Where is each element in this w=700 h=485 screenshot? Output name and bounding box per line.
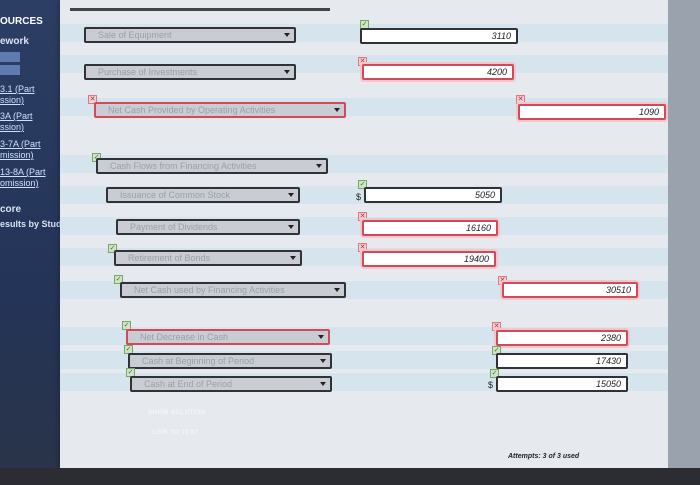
- cash-end-select[interactable]: Cash at End of Period: [130, 376, 332, 392]
- retirement-of-bonds-input[interactable]: 19400: [362, 251, 496, 267]
- sidebar-item-results[interactable]: esults by Study: [0, 219, 60, 229]
- sidebar-block: [0, 52, 20, 62]
- sidebar-item-part1-sub[interactable]: ssion): [0, 95, 24, 105]
- chevron-down-icon: [334, 288, 340, 292]
- chevron-down-icon: [284, 33, 290, 37]
- select-label: Cash at Beginning of Period: [142, 356, 255, 366]
- cash-end-input[interactable]: 15050: [496, 376, 628, 392]
- purchase-of-investments-input[interactable]: 4200: [362, 64, 514, 80]
- net-decrease-in-cash-input[interactable]: 2380: [496, 330, 628, 346]
- cash-beginning-select[interactable]: Cash at Beginning of Period: [128, 353, 332, 369]
- issuance-of-common-stock-select[interactable]: Issuance of Common Stock: [106, 187, 300, 203]
- sidebar-item-part1[interactable]: 3.1 (Part: [0, 84, 35, 94]
- retirement-of-bonds-select[interactable]: Retirement of Bonds: [114, 250, 302, 266]
- chevron-down-icon: [320, 359, 326, 363]
- chevron-down-icon: [318, 335, 324, 339]
- worksheet-panel: Sale of Equipment ✓ 3110 Purchase of Inv…: [60, 0, 668, 468]
- net-cash-financing-select[interactable]: Net Cash used by Financing Activities: [120, 282, 346, 298]
- sale-of-equipment-select[interactable]: Sale of Equipment: [84, 27, 296, 43]
- financing-activities-select[interactable]: Cash Flows from Financing Activities: [96, 158, 328, 174]
- select-label: Cash at End of Period: [144, 379, 233, 389]
- sidebar-item-homework[interactable]: ework: [0, 36, 29, 47]
- x-icon: ✕: [516, 95, 525, 104]
- show-solution-link[interactable]: SHOW SOLUTION: [148, 410, 206, 416]
- attempts-counter: Attempts: 3 of 3 used: [508, 453, 580, 460]
- dollar-sign: $: [356, 192, 362, 202]
- sidebar-item-part4-sub[interactable]: omission): [0, 178, 39, 188]
- select-label: Net Cash used by Financing Activities: [134, 285, 285, 295]
- chevron-down-icon: [288, 193, 294, 197]
- sale-of-equipment-input[interactable]: 3110: [360, 28, 518, 44]
- select-label: Retirement of Bonds: [128, 253, 211, 263]
- chevron-down-icon: [290, 256, 296, 260]
- sidebar-item-part2-sub[interactable]: ssion): [0, 122, 24, 132]
- top-divider: [70, 0, 330, 11]
- sidebar-title: OURCES: [0, 16, 43, 27]
- issuance-of-common-stock-input[interactable]: 5050: [364, 187, 502, 203]
- chevron-down-icon: [288, 225, 294, 229]
- select-label: Issuance of Common Stock: [120, 190, 231, 200]
- sidebar-item-part3[interactable]: 3-7A (Part: [0, 139, 41, 149]
- select-label: Sale of Equipment: [98, 30, 172, 40]
- net-cash-operating-input[interactable]: 1090: [518, 104, 666, 120]
- sidebar-item-part4[interactable]: 13-8A (Part: [0, 167, 46, 177]
- dollar-sign: $: [488, 380, 494, 390]
- chevron-down-icon: [334, 108, 340, 112]
- link-to-text[interactable]: LINK TO TEXT: [152, 430, 199, 436]
- sidebar-block: [0, 65, 20, 75]
- chevron-down-icon: [284, 70, 290, 74]
- select-label: Net Cash Provided by Operating Activitie…: [108, 105, 276, 115]
- sidebar-item-score[interactable]: core: [0, 204, 21, 215]
- select-label: Purchase of Investments: [98, 67, 198, 77]
- payment-of-dividends-input[interactable]: 16160: [362, 220, 498, 236]
- window-edge: [668, 0, 700, 468]
- sidebar-item-part2[interactable]: 3A (Part: [0, 111, 33, 121]
- cash-beginning-input[interactable]: 17430: [496, 353, 628, 369]
- sidebar: OURCES ework 3.1 (Part ssion) 3A (Part s…: [0, 0, 60, 485]
- chevron-down-icon: [320, 382, 326, 386]
- net-cash-operating-select[interactable]: Net Cash Provided by Operating Activitie…: [94, 102, 346, 118]
- sidebar-item-part3-sub[interactable]: mission): [0, 150, 34, 160]
- net-decrease-in-cash-select[interactable]: Net Decrease in Cash: [126, 329, 330, 345]
- select-label: Net Decrease in Cash: [140, 332, 229, 342]
- select-label: Cash Flows from Financing Activities: [110, 161, 257, 171]
- payment-of-dividends-select[interactable]: Payment of Dividends: [116, 219, 300, 235]
- purchase-of-investments-select[interactable]: Purchase of Investments: [84, 64, 296, 80]
- chevron-down-icon: [316, 164, 322, 168]
- net-cash-financing-input[interactable]: 30510: [502, 282, 638, 298]
- footer-bar: [0, 468, 700, 485]
- select-label: Payment of Dividends: [130, 222, 218, 232]
